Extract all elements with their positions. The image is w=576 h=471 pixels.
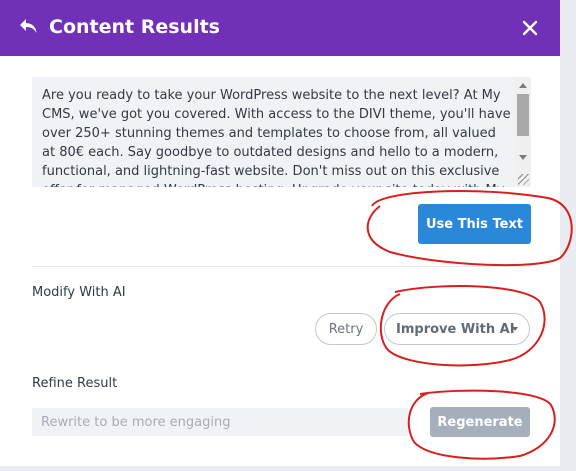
textarea-scrollbar[interactable]: [515, 77, 531, 187]
modal-header: Content Results: [0, 0, 560, 56]
modal-title: Content Results: [49, 16, 220, 38]
chevron-down-icon: [512, 327, 518, 331]
use-this-text-button[interactable]: Use This Text: [418, 204, 531, 244]
refine-result-label: Refine Result: [32, 376, 118, 391]
resize-grip-icon[interactable]: [518, 174, 529, 185]
improve-with-ai-label: Improve With AI: [396, 321, 515, 337]
improve-with-ai-dropdown[interactable]: Improve With AI: [384, 313, 530, 345]
scroll-up-icon[interactable]: [519, 83, 527, 88]
section-divider: [32, 266, 531, 267]
back-arrow-icon[interactable]: [18, 16, 40, 38]
scroll-down-icon[interactable]: [519, 155, 527, 160]
modify-with-ai-label: Modify With AI: [32, 285, 126, 300]
result-textarea[interactable]: Are you ready to take your WordPress web…: [32, 77, 531, 187]
result-text: Are you ready to take your WordPress web…: [42, 88, 511, 187]
regenerate-button[interactable]: Regenerate: [430, 407, 530, 437]
content-results-modal: Content Results Are you ready to take yo…: [0, 0, 560, 466]
refine-prompt-input[interactable]: [32, 408, 408, 436]
close-icon[interactable]: [522, 20, 538, 36]
scroll-thumb[interactable]: [517, 94, 529, 136]
retry-button[interactable]: Retry: [315, 313, 377, 345]
